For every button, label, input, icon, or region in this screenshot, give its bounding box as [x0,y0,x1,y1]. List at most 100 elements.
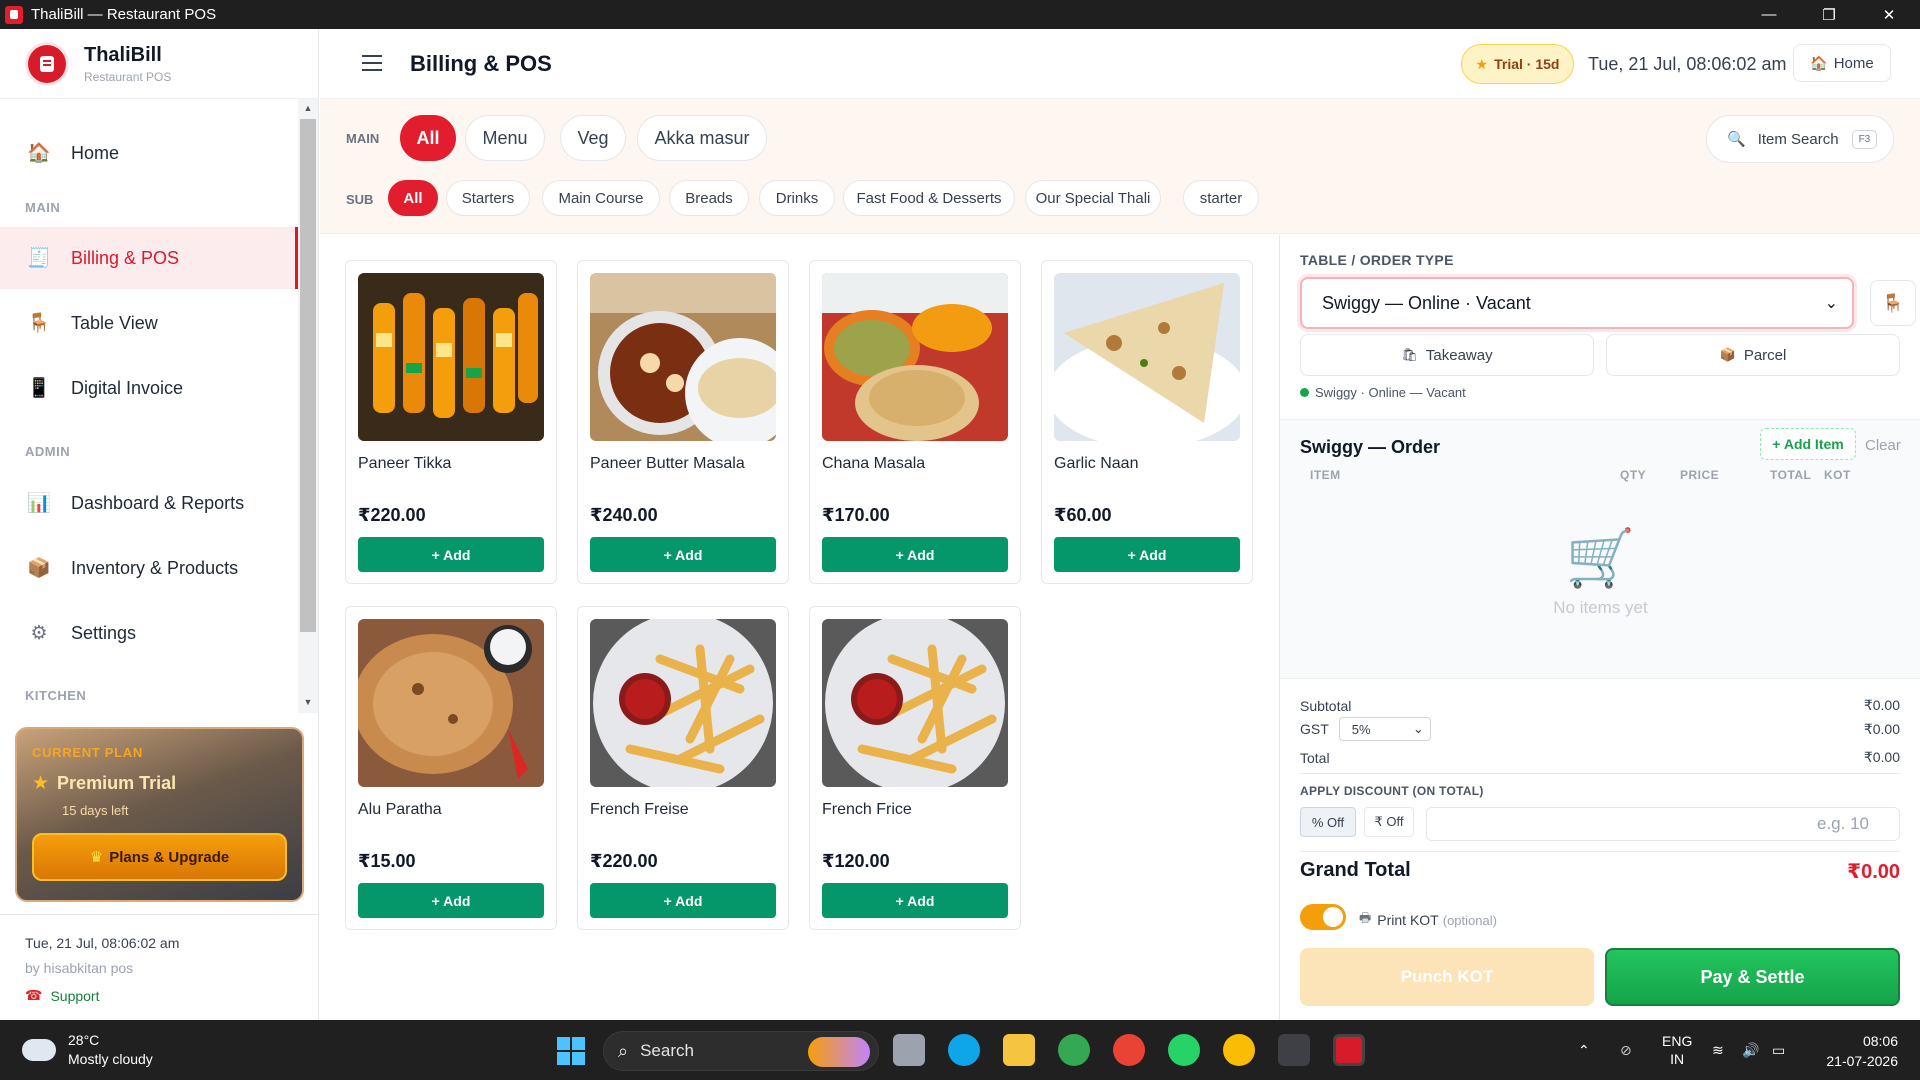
gst-select[interactable]: 5% ⌄ [1338,717,1431,741]
phone-icon: ☎ [25,987,43,1003]
chrome-profile-2-icon[interactable] [1223,1034,1255,1066]
chrome-profile-icon[interactable] [1113,1034,1145,1066]
product-card[interactable]: Chana Masala ₹170.00 + Add [809,260,1021,584]
discount-label: APPLY DISCOUNT (ON TOTAL) [1300,784,1484,798]
table-view-button[interactable]: 🪑 [1870,280,1916,326]
subtotal-label: Subtotal [1300,697,1352,714]
footer-by: by hisabkitan pos [25,960,134,976]
star-icon: ★ [32,773,50,794]
sub-filter-breads[interactable]: Breads [669,180,749,216]
edge-icon[interactable] [948,1034,980,1066]
product-name: French Freise [590,801,689,818]
clear-button[interactable]: Clear [1865,437,1901,454]
discount-input[interactable]: e.g. 10 [1426,807,1900,841]
takeaway-button[interactable]: 🛍 Takeaway [1300,334,1594,376]
taskbar-search[interactable]: ⌕ Search [603,1031,879,1071]
add-item-button[interactable]: + Add Item [1760,428,1856,460]
add-to-order-button[interactable]: + Add [358,537,544,572]
support-link[interactable]: ☎ Support [25,987,318,1004]
sidebar-scroll-thumb[interactable] [300,119,316,632]
network-off-icon[interactable]: ⊘ [1620,1020,1632,1080]
gst-value: ₹0.00 [1863,720,1900,737]
main-filter-all[interactable]: All [400,115,456,161]
task-view-icon[interactable] [893,1034,925,1066]
sub-filter-all[interactable]: All [388,180,438,216]
scroll-up-icon[interactable]: ▲ [300,103,316,117]
volume-icon[interactable]: 🔊 [1742,1020,1759,1080]
product-card[interactable]: Paneer Butter Masala ₹240.00 + Add [577,260,789,584]
weather-widget[interactable]: 28°C Mostly cloudy [22,1031,153,1069]
food-image [590,273,776,441]
wifi-icon[interactable]: ≋ [1712,1020,1724,1080]
product-card[interactable]: Garlic Naan ₹60.00 + Add [1041,260,1253,584]
search-icon: 🔍 [1727,131,1746,148]
nav-section-main: MAIN [25,200,61,215]
divider [1300,773,1900,774]
col-item: ITEM [1310,468,1341,482]
add-to-order-button[interactable]: + Add [358,883,544,918]
add-to-order-button[interactable]: + Add [590,883,776,918]
sidebar-item-table-view[interactable]: 🪑 Table View [0,292,298,354]
receipt-icon: 🧾 [27,248,51,269]
menu-icon[interactable] [362,55,382,71]
sub-filter-starters[interactable]: Starters [446,180,530,216]
chevron-up-icon[interactable]: ⌃ [1578,1020,1590,1080]
print-kot-toggle[interactable] [1300,904,1346,930]
table-status: Swiggy · Online — Vacant [1300,385,1466,400]
nav-section-kitchen: KITCHEN [25,688,87,703]
plans-upgrade-button[interactable]: ♛ Plans & Upgrade [32,833,287,881]
battery-icon[interactable]: ▭ [1772,1020,1785,1080]
add-to-order-button[interactable]: + Add [1054,537,1240,572]
sidebar-item-settings[interactable]: ⚙ Settings [0,602,298,664]
scroll-down-icon[interactable]: ▼ [300,697,316,711]
whatsapp-icon[interactable] [1168,1034,1200,1066]
sidebar-item-dashboard[interactable]: 📊 Dashboard & Reports [0,472,298,534]
pay-settle-button[interactable]: Pay & Settle [1605,948,1900,1006]
chrome-icon[interactable] [1058,1034,1090,1066]
plan-days-left: 15 days left [62,803,129,818]
punch-kot-button[interactable]: Punch KOT [1300,948,1594,1006]
sub-filter-special-thali[interactable]: Our Special Thali [1025,180,1161,216]
maximize-button[interactable]: ❐ [1806,0,1852,29]
sidebar-item-home[interactable]: 🏠 Home [0,122,298,184]
main-filter-akka-masur[interactable]: Akka masur [637,115,767,161]
product-card[interactable]: Alu Paratha ₹15.00 + Add [345,606,557,930]
sidebar-item-digital-invoice[interactable]: 📱 Digital Invoice [0,357,298,419]
add-to-order-button[interactable]: + Add [590,537,776,572]
minimize-button[interactable]: — [1746,0,1792,29]
windows-start-icon[interactable] [557,1037,585,1065]
clock[interactable]: 08:06 21-07-2026 [1826,1031,1898,1071]
product-card[interactable]: Paneer Tikka ₹220.00 + Add [345,260,557,584]
sidebar-item-inventory[interactable]: 📦 Inventory & Products [0,537,298,599]
status-dot-icon [1300,388,1309,397]
sub-filter-starter[interactable]: starter [1183,180,1259,216]
item-search-button[interactable]: 🔍 Item Search F3 [1706,115,1894,163]
food-image [1054,273,1240,441]
language-indicator[interactable]: ENG IN [1662,1020,1692,1080]
close-button[interactable]: ✕ [1866,0,1912,29]
product-card[interactable]: French Frice ₹120.00 + Add [809,606,1021,930]
add-to-order-button[interactable]: + Add [822,883,1008,918]
trial-badge[interactable]: ★ Trial · 15d [1461,44,1574,84]
table-select[interactable]: Swiggy — Online · Vacant ⌄ [1300,277,1854,329]
amount-off-button[interactable]: ₹ Off [1364,807,1414,837]
home-button[interactable]: 🏠 Home [1793,44,1891,82]
main-filter-menu[interactable]: Menu [465,115,545,161]
product-name: Chana Masala [822,455,926,472]
sub-filter-fast-food-desserts[interactable]: Fast Food & Desserts [843,180,1015,216]
sidebar-item-billing[interactable]: 🧾 Billing & POS [0,227,298,289]
main-filter-veg[interactable]: Veg [560,115,626,161]
cloud-icon [22,1033,56,1061]
add-to-order-button[interactable]: + Add [822,537,1008,572]
thalibill-taskbar-icon[interactable] [1333,1034,1365,1066]
product-card[interactable]: French Freise ₹220.00 + Add [577,606,789,930]
shortcut-key: F3 [1851,129,1878,149]
sub-filter-drinks[interactable]: Drinks [759,180,835,216]
lang-code: ENG [1662,1033,1693,1049]
app-cube-icon[interactable] [1278,1034,1310,1066]
parcel-button[interactable]: 📦 Parcel [1606,334,1900,376]
percent-off-button[interactable]: % Off [1300,807,1356,837]
logo-icon [28,44,66,83]
sub-filter-main-course[interactable]: Main Course [542,180,660,216]
file-explorer-icon[interactable] [1003,1034,1035,1066]
